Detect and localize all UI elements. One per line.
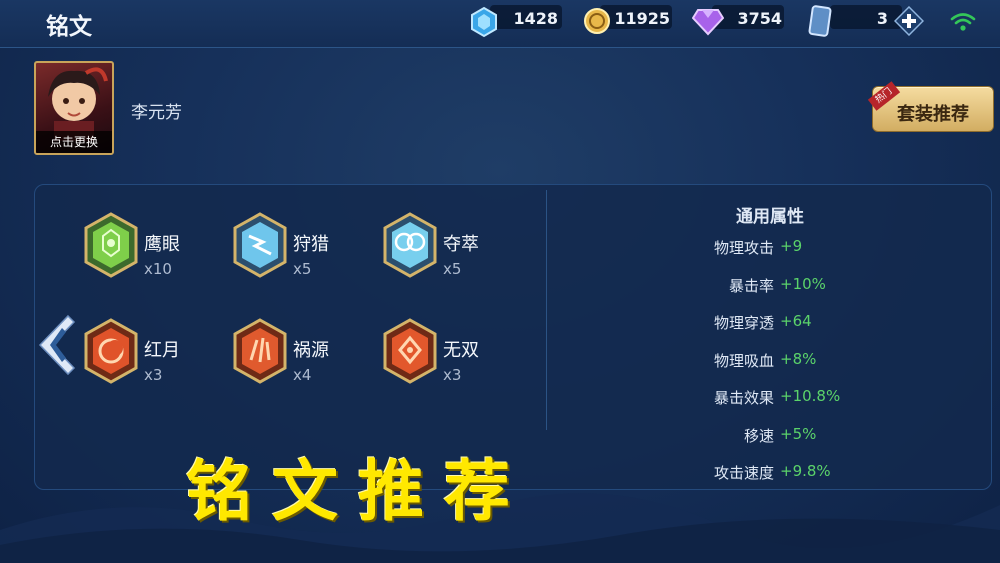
attribute-label: 暴击效果 [713,389,774,407]
purple-gem-icon [692,9,724,36]
attribute-label: 物理攻击 [713,239,774,257]
attribute-row: 暴击效果 +10.8% [640,387,940,409]
rune-green-icon [84,212,138,278]
gold-coin-icon [584,8,610,34]
attribute-value: +5% [780,425,817,443]
attribute-label: 物理吸血 [713,352,774,370]
set-recommend-label: 套装推荐 [897,104,969,125]
blue-crystal-icon [471,6,497,38]
attribute-label: 移速 [743,427,774,445]
attribute-label: 物理穿透 [713,314,774,332]
add-icon[interactable] [894,6,924,36]
rune-blue-icon [233,212,287,278]
rune-name: 鹰眼 [144,234,180,255]
attribute-value: +8% [780,350,817,368]
rune-count: x5 [443,260,462,278]
change-hero-label[interactable]: 点击更换 [36,131,112,153]
rune-blue-icon [383,212,437,278]
hero-name: 李元芳 [131,103,182,123]
rune-red-icon [383,318,437,384]
attribute-label: 暴击率 [728,277,774,295]
rune-count: x3 [443,366,462,384]
rune-name: 无双 [443,340,479,361]
attribute-value: +10.8% [780,387,841,405]
set-recommend-button[interactable]: 热门 套装推荐 [867,81,994,132]
attribute-value: +10% [780,275,826,293]
rune-count: x3 [144,366,163,384]
rune-count: x4 [293,366,312,384]
rune-red-icon [84,318,138,384]
rune-item[interactable]: 无双 x3 [383,318,603,398]
attribute-value: +64 [780,312,812,330]
hot-tag: 热门 [867,81,901,111]
card-count: 3 [876,9,888,28]
attributes-title: 通用属性 [736,207,804,227]
chevron-left-icon[interactable] [38,314,78,376]
gold-count: 11925 [614,9,670,28]
rune-count: x5 [293,260,312,278]
rune-red-icon [233,318,287,384]
rune-name: 红月 [144,340,180,361]
hero-avatar[interactable]: 点击更换 [34,61,114,155]
rune-count: x10 [144,260,172,278]
blue-card-icon [808,5,832,37]
rune-name: 祸源 [293,340,329,361]
banner-text: 铭文推荐 [186,452,530,530]
page-title: 铭文 [46,14,92,40]
wifi-icon [950,13,976,31]
top-bar: 铭文 1428 11925 3754 3 [0,0,1000,48]
attribute-row: 暴击率 +10% [640,275,940,297]
attribute-row: 物理攻击 +9 [640,237,940,259]
rune-name: 狩猎 [293,234,329,255]
coupon-count: 1428 [513,9,558,28]
rune-name: 夺萃 [443,234,479,255]
attribute-row: 物理穿透 +64 [640,312,940,334]
rune-item[interactable]: 夺萃 x5 [383,212,603,292]
gem-count: 3754 [737,9,782,28]
attribute-value: +9 [780,237,803,255]
attribute-row: 移速 +5% [640,425,940,447]
attribute-row: 物理吸血 +8% [640,350,940,372]
